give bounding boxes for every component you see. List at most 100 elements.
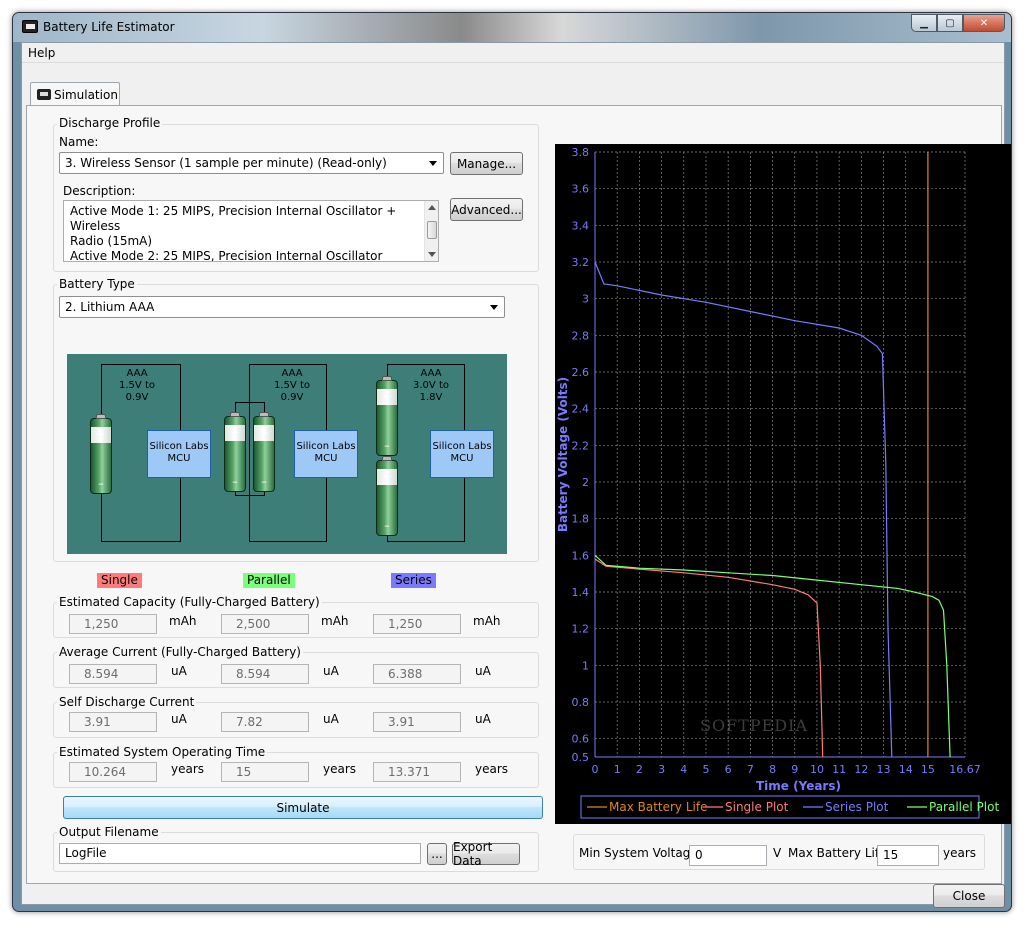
browse-button[interactable]: ...	[427, 843, 447, 865]
y-tick-label: 2.8	[572, 329, 590, 342]
capacity-single-field[interactable]: 1,250	[69, 614, 157, 634]
x-tick-label: 4	[680, 763, 687, 776]
client-area: Help Simulation Discharge Profile Name: …	[21, 42, 1011, 908]
self-discharge-series-unit: uA	[475, 712, 491, 726]
x-tick-label: 11	[832, 763, 846, 776]
y-tick-label: 1	[582, 659, 589, 672]
x-tick-label: 15	[921, 763, 935, 776]
max-life-unit: years	[943, 846, 977, 860]
legend-entry: Single Plot	[725, 800, 789, 814]
single-battery-label: AAA 1.5V to 0.9V	[119, 368, 155, 403]
advanced-button[interactable]: Advanced...	[450, 198, 523, 221]
y-tick-label: 3.2	[572, 256, 590, 269]
capacity-title: Estimated Capacity (Fully-Charged Batter…	[57, 595, 322, 609]
scroll-down-icon[interactable]	[428, 252, 436, 257]
min-voltage-input[interactable]: 0	[689, 845, 767, 866]
description-scrollbar[interactable]	[424, 201, 438, 261]
output-filename-input[interactable]: LogFile	[59, 843, 421, 864]
y-tick-label: 2	[582, 476, 589, 489]
capacity-series-field[interactable]: 1,250	[373, 614, 461, 634]
tab-simulation[interactable]: Simulation	[30, 82, 120, 106]
discharge-profile-select[interactable]: 3. Wireless Sensor (1 sample per minute)…	[59, 152, 444, 174]
scroll-thumb[interactable]	[427, 221, 437, 239]
menu-bar: Help	[22, 43, 1004, 63]
menu-help[interactable]: Help	[28, 46, 55, 60]
operating-time-single-field[interactable]: 10.264	[69, 762, 157, 782]
legend-entry: Parallel Plot	[929, 800, 999, 814]
x-tick-label: 13	[877, 763, 891, 776]
chevron-down-icon	[490, 305, 498, 310]
x-tick-label: 12	[854, 763, 868, 776]
series-battery-2-icon: + –	[376, 456, 398, 536]
current-series-unit: uA	[475, 664, 491, 678]
chevron-down-icon	[429, 161, 437, 166]
x-tick-label: 1	[614, 763, 621, 776]
y-tick-label: 0.8	[572, 696, 590, 709]
capacity-series-unit: mAh	[473, 614, 501, 628]
operating-time-parallel-field[interactable]: 15	[221, 762, 309, 782]
y-tick-label: 3	[582, 293, 589, 306]
self-discharge-parallel-field[interactable]: 7.82	[221, 712, 309, 732]
description-text[interactable]: Active Mode 1: 25 MIPS, Precision Intern…	[63, 200, 439, 262]
app-window: Battery Life Estimator ▁ ▢ ✕ Help Simula…	[12, 12, 1012, 912]
self-discharge-title: Self Discharge Current	[57, 695, 197, 709]
manage-button[interactable]: Manage...	[450, 152, 523, 175]
x-tick-label: 3	[658, 763, 665, 776]
battery-type-value: 2. Lithium AAA	[65, 300, 155, 314]
tab-simulation-label: Simulation	[54, 88, 118, 102]
x-tick-label: 0	[592, 763, 599, 776]
capacity-single-unit: mAh	[169, 614, 197, 628]
name-label: Name:	[59, 135, 99, 149]
x-tick-label: 2	[636, 763, 643, 776]
current-parallel-field[interactable]: 8.594	[221, 664, 309, 684]
y-tick-label: 2.4	[572, 403, 590, 416]
current-parallel-unit: uA	[323, 664, 339, 678]
battery-type-select[interactable]: 2. Lithium AAA	[59, 296, 505, 318]
close-icon[interactable]: ✕	[963, 14, 1005, 32]
self-discharge-single-field[interactable]: 3.91	[69, 712, 157, 732]
max-life-input[interactable]: 15	[877, 845, 939, 866]
y-tick-label: 1.4	[572, 586, 590, 599]
min-voltage-unit: V	[773, 846, 782, 860]
current-single-unit: uA	[171, 664, 187, 678]
minimize-icon[interactable]: ▁	[911, 14, 937, 32]
description-label: Description:	[63, 184, 136, 198]
simulation-icon	[37, 89, 51, 100]
single-mcu: Silicon Labs MCU	[147, 430, 211, 478]
close-button[interactable]: Close	[933, 884, 1005, 908]
title-bar[interactable]: Battery Life Estimator ▁ ▢ ✕	[13, 13, 1011, 42]
discharge-profile-title: Discharge Profile	[57, 116, 163, 130]
y-tick-label: 1.6	[572, 549, 590, 562]
app-icon	[22, 20, 38, 33]
series-mcu: Silicon Labs MCU	[430, 430, 494, 478]
parallel-battery-2-icon: + –	[253, 412, 275, 492]
description-line-2: Radio (15mA)	[70, 234, 153, 248]
window-controls: ▁ ▢ ✕	[911, 14, 1005, 32]
x-tick-label: 6	[725, 763, 732, 776]
export-data-button[interactable]: Export Data	[452, 840, 520, 868]
y-tick-label: 0.5	[572, 751, 590, 764]
simulate-button[interactable]: Simulate	[63, 796, 543, 819]
description-line-3: Active Mode 2: 25 MIPS, Precision Intern…	[70, 249, 383, 262]
operating-time-parallel-unit: years	[323, 762, 357, 776]
discharge-profile-value: 3. Wireless Sensor (1 sample per minute)…	[65, 156, 387, 170]
simulation-panel: Discharge Profile Name: 3. Wireless Sens…	[26, 105, 1011, 908]
y-tick-label: 1.8	[572, 513, 590, 526]
self-discharge-series-field[interactable]: 3.91	[373, 712, 461, 732]
current-single-field[interactable]: 8.594	[69, 664, 157, 684]
watermark-text: SOFTPEDIA	[700, 716, 808, 735]
capacity-parallel-unit: mAh	[321, 614, 349, 628]
x-tick-label: 16.67	[949, 763, 981, 776]
single-legend: Single	[97, 573, 142, 588]
series-legend: Series	[391, 573, 436, 588]
y-tick-label: 2.6	[572, 366, 590, 379]
x-axis-title: Time (Years)	[756, 779, 841, 793]
operating-time-single-unit: years	[171, 762, 205, 776]
y-tick-label: 3.4	[572, 219, 590, 232]
operating-time-series-field[interactable]: 13.371	[373, 762, 461, 782]
operating-time-series-unit: years	[475, 762, 509, 776]
scroll-up-icon[interactable]	[428, 205, 436, 210]
capacity-parallel-field[interactable]: 2,500	[221, 614, 309, 634]
maximize-icon[interactable]: ▢	[937, 14, 963, 32]
current-series-field[interactable]: 6.388	[373, 664, 461, 684]
